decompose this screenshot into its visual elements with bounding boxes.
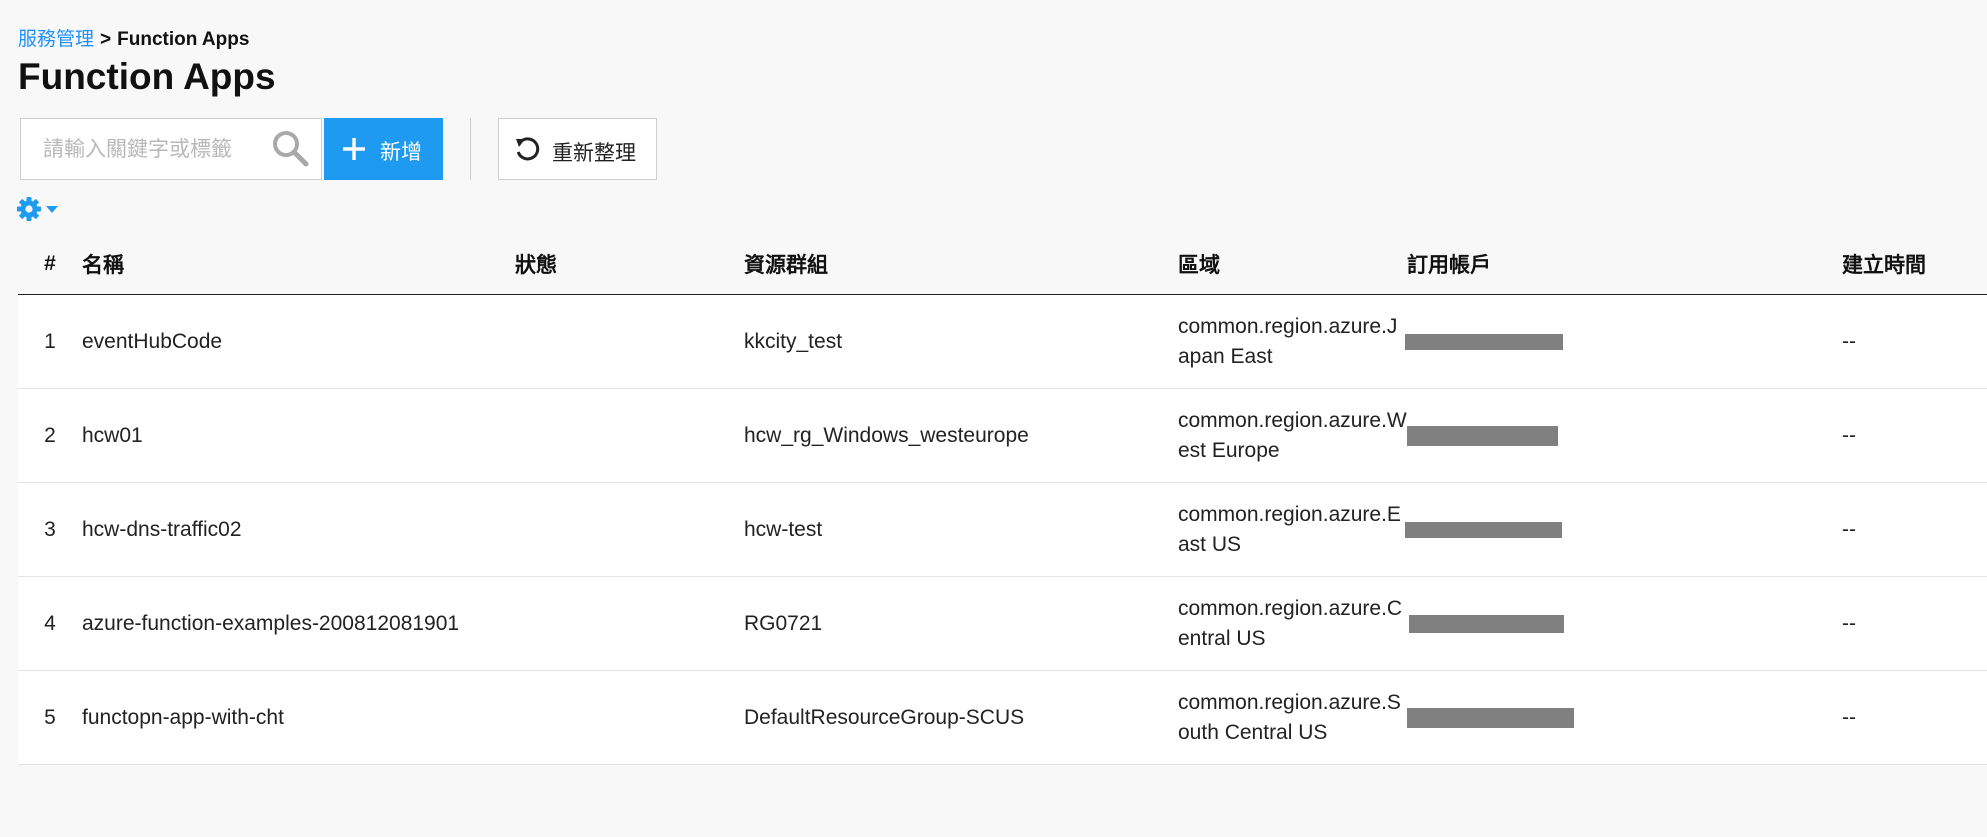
row-number: 4 xyxy=(18,576,82,671)
add-button[interactable]: 新增 xyxy=(324,118,443,180)
plus-icon xyxy=(343,138,365,160)
created-time: -- xyxy=(1842,482,1987,577)
column-header-status[interactable]: 狀態 xyxy=(515,233,744,295)
refresh-icon xyxy=(516,137,540,161)
app-name[interactable]: azure-function-examples-200812081901 xyxy=(82,576,515,671)
app-name[interactable]: hcw-dns-traffic02 xyxy=(82,482,515,577)
row-number: 2 xyxy=(18,388,82,483)
toolbar-divider xyxy=(470,118,471,180)
redacted-subscription xyxy=(1405,521,1562,538)
app-status xyxy=(515,670,744,765)
region: common.region.azure.Japan East xyxy=(1178,294,1407,389)
app-status xyxy=(515,576,744,671)
column-header-resource-group[interactable]: 資源群組 xyxy=(744,233,1178,295)
search-box xyxy=(20,118,322,181)
column-header-region[interactable]: 區域 xyxy=(1178,233,1407,295)
created-time: -- xyxy=(1842,294,1987,389)
redacted-subscription xyxy=(1407,707,1574,728)
row-number: 3 xyxy=(18,482,82,577)
table-row[interactable]: 4 azure-function-examples-200812081901 R… xyxy=(18,576,1987,671)
region: common.region.azure.South Central US xyxy=(1178,670,1407,765)
redacted-subscription xyxy=(1407,425,1558,446)
subscription xyxy=(1405,482,1842,577)
redacted-subscription xyxy=(1409,614,1564,633)
subscription xyxy=(1407,576,1842,671)
app-status xyxy=(515,482,744,577)
breadcrumb-separator: > xyxy=(100,29,112,50)
breadcrumb: 服務管理 > Function Apps xyxy=(18,24,249,51)
app-name[interactable]: eventHubCode xyxy=(82,294,515,389)
row-number: 1 xyxy=(18,294,82,389)
column-header-created-time[interactable]: 建立時間 xyxy=(1842,233,1987,295)
row-number: 5 xyxy=(18,670,82,765)
resource-group: RG0721 xyxy=(744,576,1178,671)
page-title: Function Apps xyxy=(18,56,276,97)
search-icon[interactable] xyxy=(271,129,309,167)
subscription xyxy=(1407,388,1842,483)
resource-group: hcw_rg_Windows_westeurope xyxy=(744,388,1178,483)
created-time: -- xyxy=(1842,388,1987,483)
column-header-number[interactable]: # xyxy=(18,233,82,295)
subscription xyxy=(1407,670,1842,765)
caret-down-icon xyxy=(46,206,58,213)
column-settings-dropdown[interactable] xyxy=(16,196,62,224)
region: common.region.azure.West Europe xyxy=(1178,388,1407,483)
app-status xyxy=(515,294,744,389)
app-name[interactable]: functopn-app-with-cht xyxy=(82,670,515,765)
breadcrumb-link-service-management[interactable]: 服務管理 xyxy=(18,29,94,50)
search-input[interactable] xyxy=(41,119,275,181)
column-header-name[interactable]: 名稱 xyxy=(82,233,515,295)
function-apps-table: # 名稱 狀態 資源群組 區域 訂用帳戶 建立時間 1 eventHubCode… xyxy=(18,233,1987,765)
refresh-button[interactable]: 重新整理 xyxy=(498,118,657,180)
add-button-label: 新增 xyxy=(380,141,422,164)
resource-group: hcw-test xyxy=(744,482,1178,577)
resource-group: DefaultResourceGroup-SCUS xyxy=(744,670,1178,765)
gear-icon xyxy=(17,197,41,221)
created-time: -- xyxy=(1842,576,1987,671)
resource-group: kkcity_test xyxy=(744,294,1178,389)
app-status xyxy=(515,388,744,483)
function-apps-page: 服務管理>Function Apps Function Apps 新增 重新整理 xyxy=(0,0,1987,837)
region: common.region.azure.East US xyxy=(1178,482,1407,577)
table-header-row: # 名稱 狀態 資源群組 區域 訂用帳戶 建立時間 xyxy=(18,233,1987,295)
column-header-subscription[interactable]: 訂用帳戶 xyxy=(1407,233,1842,295)
table-row[interactable]: 2 hcw01 hcw_rg_Windows_westeurope common… xyxy=(18,388,1987,483)
region: common.region.azure.Central US xyxy=(1178,576,1407,671)
table-row[interactable]: 5 functopn-app-with-cht DefaultResourceG… xyxy=(18,670,1987,765)
table-row[interactable]: 3 hcw-dns-traffic02 hcw-test common.regi… xyxy=(18,482,1987,577)
app-name[interactable]: hcw01 xyxy=(82,388,515,483)
subscription xyxy=(1405,294,1842,389)
table-row[interactable]: 1 eventHubCode kkcity_test common.region… xyxy=(18,294,1987,389)
redacted-subscription xyxy=(1405,333,1563,350)
refresh-button-label: 重新整理 xyxy=(552,142,636,165)
created-time: -- xyxy=(1842,670,1987,765)
breadcrumb-current: Function Apps xyxy=(117,29,250,50)
